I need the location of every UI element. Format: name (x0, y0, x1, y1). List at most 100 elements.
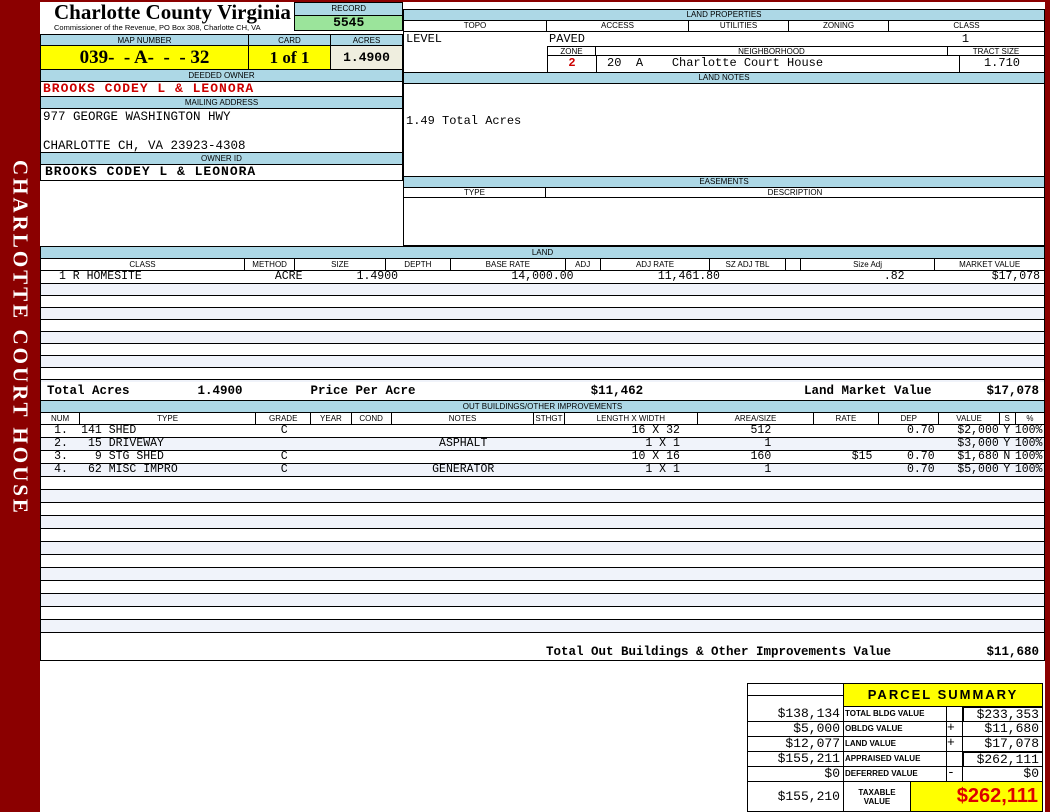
ob-value: $5,000 (939, 464, 999, 476)
ob-type: 15 DRIVEWAY (81, 438, 257, 450)
owner-id-value: BROOKS CODEY L & LEONORA (40, 165, 403, 181)
land-sz-adj-tbl (728, 271, 803, 283)
ob-row-3: 3. 9 STG SHED C 10 X 16 160 $15 0.70 $1,… (40, 451, 1045, 464)
deeded-owner-value: BROOKS CODEY L & LEONORA (40, 82, 403, 97)
land-market-value-label: Land Market Value (804, 384, 932, 398)
land-note: 1.49 Total Acres (404, 114, 1044, 128)
ps-label: APPRAISED VALUE (844, 752, 947, 767)
ob-comp-header: % COMP (1016, 413, 1045, 425)
land-size-adj-header: Size Adj (801, 259, 936, 271)
card-label: CARD (248, 34, 330, 46)
land-blank-header (786, 259, 801, 271)
utilities-header: UTILITIES (688, 21, 788, 32)
ob-area: 512 (698, 425, 813, 437)
easement-type-header: TYPE (403, 188, 545, 198)
easement-description-header: DESCRIPTION (545, 188, 1045, 198)
ob-cond (352, 425, 392, 437)
ob-area-size-header: AREA/SIZE (698, 413, 814, 425)
ob-grade (257, 438, 312, 450)
ob-lw: 1 X 1 (565, 438, 698, 450)
land-properties-values: LEVEL PAVED 1 (403, 32, 1045, 46)
neighborhood-label: NEIGHBORHOOD (595, 46, 947, 56)
ob-row-2: 2. 15 DRIVEWAY ASPHALT 1 X 1 1 $3,000 Y … (40, 438, 1045, 451)
easements-title: EASEMENTS (403, 177, 1045, 188)
ob-dep: 0.70 (878, 451, 938, 463)
ps-value: $0 (962, 767, 1043, 782)
ob-dep: 0.70 (878, 464, 938, 476)
taxable-left-value: $155,210 (747, 782, 844, 812)
record-box: RECORD 5545 (294, 2, 403, 34)
ob-grade: C (257, 425, 312, 437)
land-base-rate-header: BASE RATE (451, 259, 566, 271)
ob-year (312, 451, 352, 463)
land-base-rate: 14,000.00 (469, 271, 583, 283)
zoning-header: ZONING (788, 21, 888, 32)
ps-label: DEFERRED VALUE (844, 767, 947, 782)
ob-area: 160 (698, 451, 813, 463)
access-value: PAVED (549, 32, 887, 46)
ob-type: 62 MISC IMPRO (81, 464, 257, 476)
ob-sthgt (534, 425, 564, 437)
address-line2: CHARLOTTE CH, VA 23923-4308 (43, 139, 402, 153)
ps-header-left-cells (747, 683, 844, 707)
owner-block: Charlotte County Virginia Commissioner o… (40, 2, 403, 246)
ps-operator: + (947, 737, 962, 752)
out-buildings-title: OUT BUILDINGS/OTHER IMPROVEMENTS (40, 401, 1045, 413)
ps-operator: - (947, 767, 962, 782)
land-adj-header: ADJ (566, 259, 601, 271)
land-notes-title: LAND NOTES (403, 73, 1045, 84)
county-title-wrap: Charlotte County Virginia Commissioner o… (40, 2, 294, 34)
ob-dep: 0.70 (878, 425, 938, 437)
ob-sthgt (534, 438, 564, 450)
map-value-row: 039- - A- - - 32 1 of 1 1.4900 (40, 46, 403, 70)
ps-value: $17,078 (962, 737, 1043, 752)
acres-label: ACRES (330, 34, 403, 46)
ob-sthgt-header: STHGT (534, 413, 564, 425)
neighborhood-name: Charlotte Court House (672, 56, 823, 70)
tract-size-value: 1.710 (959, 56, 1044, 72)
topo-header: TOPO (403, 21, 546, 32)
ob-grade: C (257, 464, 312, 476)
land-market-value: $17,078 (953, 271, 1044, 283)
total-acres-value: 1.4900 (198, 384, 243, 398)
ob-length-width-header: LENGTH X WIDTH (565, 413, 699, 425)
ob-rate (813, 438, 878, 450)
price-per-acre-label: Price Per Acre (311, 384, 416, 398)
ps-left-value: $12,077 (747, 737, 844, 752)
land-class-header: CLASS (40, 259, 245, 271)
ob-empty-rows (40, 477, 1045, 643)
ob-s: N (999, 451, 1015, 463)
land-sz-adj-tbl-header: SZ ADJ TBL (710, 259, 785, 271)
ob-num: 4. (41, 464, 81, 476)
ob-num: 3. (41, 451, 81, 463)
zone-value-row: 2 20 A Charlotte Court House 1.710 (403, 56, 1045, 73)
ps-left-value: $0 (747, 767, 844, 782)
ob-sthgt (534, 451, 564, 463)
class-value: 1 (887, 32, 1044, 46)
easements-headers: TYPE DESCRIPTION (403, 188, 1045, 198)
land-depth (404, 271, 469, 283)
land-size-adj: .82 (818, 271, 952, 283)
ob-value: $3,000 (939, 438, 999, 450)
record-label: RECORD (294, 2, 403, 16)
ps-row-deferred: $0 DEFERRED VALUE - $0 (747, 767, 1043, 782)
easements-body (403, 198, 1045, 246)
ob-dep-header: DEP (879, 413, 939, 425)
ps-value: $262,111 (962, 751, 1043, 767)
land-method-header: METHOD (245, 259, 295, 271)
taxable-value: $262,111 (911, 782, 1043, 812)
ps-value: $233,353 (962, 706, 1043, 722)
address-line1: 977 GEORGE WASHINGTON HWY (43, 110, 402, 124)
ps-row-land: $12,077 LAND VALUE + $17,078 (747, 737, 1043, 752)
access-header: ACCESS (546, 21, 688, 32)
mailing-address-label: MAILING ADDRESS (40, 97, 403, 109)
ob-year (312, 425, 352, 437)
ps-row-obldg: $5,000 OBLDG VALUE + $11,680 (747, 722, 1043, 737)
land-empty-rows (40, 284, 1045, 382)
ob-notes-header: NOTES (392, 413, 535, 425)
parcel-summary-header: PARCEL SUMMARY (747, 683, 1043, 707)
ob-year (312, 438, 352, 450)
parcel-summary: PARCEL SUMMARY $138,134 TOTAL BLDG VALUE… (747, 683, 1043, 812)
ob-comp: 100% (1015, 464, 1044, 476)
ob-cond (352, 451, 392, 463)
